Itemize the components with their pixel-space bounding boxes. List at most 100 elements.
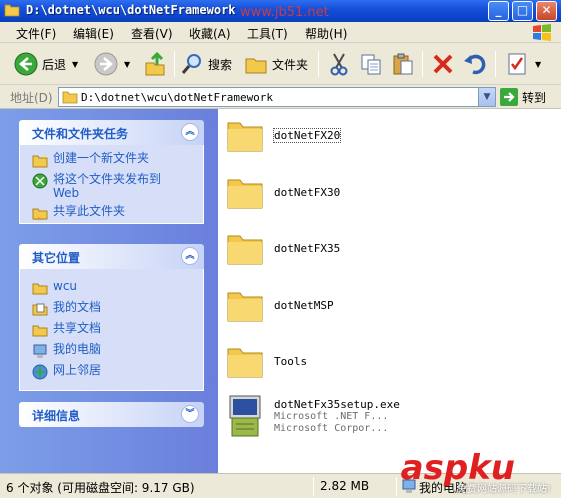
place-label: 我的电脑 [53,342,102,356]
network-icon [32,364,48,380]
minimize-button[interactable]: _ [488,1,509,21]
place-label: 共享文档 [53,321,102,335]
file-item[interactable]: dotNetFX20 [226,111,342,159]
panel-body: 创建一个新文件夹 将这个文件夹发布到 Web 共享此文件夹 [19,145,204,224]
place-my-documents[interactable]: 我的文档 [32,300,195,317]
views-button[interactable]: ▼ [505,51,541,77]
folder-icon [227,122,263,152]
task-pane: 文件和文件夹任务 ︽ 创建一个新文件夹 将这个文件夹发布到 Web 共享此文件夹… [0,109,218,473]
place-wcu[interactable]: wcu [32,279,195,296]
forward-arrow-icon [94,52,118,76]
cut-button[interactable] [327,51,351,77]
folder-icon [227,179,263,209]
folder-icon [62,91,78,104]
search-icon [181,54,201,74]
file-folder-tasks-panel: 文件和文件夹任务 ︽ 创建一个新文件夹 将这个文件夹发布到 Web 共享此文件夹 [19,120,204,224]
shared-documents-icon [32,325,48,337]
file-company: Microsoft Corpor... [274,422,389,434]
file-name: dotNetFX35 [274,241,341,255]
search-button[interactable]: 搜索 [180,51,232,77]
expand-icon[interactable]: ︾ [181,405,199,423]
place-shared-documents[interactable]: 共享文档 [32,321,195,338]
share-folder-icon [32,208,48,220]
panel-header[interactable]: 其它位置 ︽ [19,244,204,269]
file-item[interactable]: dotNetFX30 [226,168,340,216]
forward-button[interactable]: ▼ [94,51,130,77]
watermark-text: www.jb51.net [240,5,329,20]
file-item[interactable]: dotNetFx35setup.exe Microsoft .NET F... … [226,392,400,440]
place-network[interactable]: 网上邻居 [32,363,195,380]
up-button[interactable] [143,51,167,77]
task-label: 将这个文件夹发布到 Web [53,172,162,200]
undo-button[interactable] [463,51,487,77]
address-label: 地址(D) [10,91,53,105]
undo-icon [464,54,486,75]
file-name: dotNetMSP [274,298,334,312]
forward-dropdown-icon[interactable]: ▼ [124,60,130,69]
views-dropdown-icon[interactable]: ▼ [535,60,541,69]
menu-help[interactable]: 帮助(H) [305,25,347,42]
file-item[interactable]: dotNetFX35 [226,224,340,272]
site-logo-tagline: 免费网站源码下载站! [456,484,551,495]
panel-header[interactable]: 文件和文件夹任务 ︽ [19,120,204,145]
publish-web-icon [32,173,48,189]
status-size: 2.82 MB [320,479,370,493]
go-button[interactable]: 转到 [500,88,546,106]
task-label: 创建一个新文件夹 [53,151,150,165]
search-label: 搜索 [208,57,233,72]
paste-button[interactable] [391,51,415,77]
folder-icon [32,283,48,295]
new-folder-icon [32,153,48,168]
file-name: dotNetFX30 [274,185,341,199]
installer-icon [229,395,261,437]
paste-icon [393,53,413,75]
task-publish-web[interactable]: 将这个文件夹发布到 Web [32,172,195,200]
place-label: 我的文档 [53,300,102,314]
my-documents-icon [32,303,48,316]
toolbar: 后退 ▼ ▼ 搜索 文件夹 ▼ [0,43,561,85]
address-bar: 地址(D) D:\dotnet\wcu\dotNetFramework ▼ 转到 [0,85,561,109]
menu-tools[interactable]: 工具(T) [247,25,288,42]
copy-icon [361,54,381,75]
status-objects: 6 个对象 (可用磁盘空间: 9.17 GB) [6,481,195,495]
panel-title: 详细信息 [32,409,81,423]
folder-icon [227,292,263,322]
scissors-icon [330,53,348,76]
file-item[interactable]: dotNetMSP [226,281,334,329]
menu-file[interactable]: 文件(F) [16,25,56,42]
menu-favorites[interactable]: 收藏(A) [189,25,231,42]
other-places-panel: 其它位置 ︽ wcu 我的文档 共享文档 我的电脑 网上邻居 [19,244,204,391]
delete-button[interactable] [431,51,455,77]
panel-title: 文件和文件夹任务 [32,127,129,141]
maximize-button[interactable]: □ [512,1,533,21]
menu-view[interactable]: 查看(V) [131,25,173,42]
address-value: D:\dotnet\wcu\dotNetFramework [81,91,274,104]
panel-header[interactable]: 详细信息 ︾ [19,402,204,427]
file-description: Microsoft .NET F... [274,410,389,422]
close-button[interactable]: ✕ [536,1,557,21]
file-list: dotNetFX20 dotNetFX30 dotNetFX35 dotNetM… [218,109,561,473]
panel-title: 其它位置 [32,251,81,265]
my-computer-icon [33,344,47,358]
file-name: Tools [274,354,308,368]
address-input[interactable]: D:\dotnet\wcu\dotNetFramework ▼ [58,87,496,107]
back-dropdown-icon[interactable]: ▼ [72,60,78,69]
address-dropdown-icon[interactable]: ▼ [478,88,495,106]
task-new-folder[interactable]: 创建一个新文件夹 [32,151,195,168]
back-button[interactable]: 后退 ▼ [14,51,78,77]
place-my-computer[interactable]: 我的电脑 [32,342,195,359]
folder-icon [227,235,263,265]
go-label: 转到 [522,90,547,105]
task-label: 共享此文件夹 [53,204,126,218]
folders-icon [245,58,267,74]
menu-edit[interactable]: 编辑(E) [73,25,114,42]
task-share-folder[interactable]: 共享此文件夹 [32,204,195,221]
file-name: dotNetFX20 [272,127,342,143]
folders-label: 文件夹 [272,57,309,72]
collapse-icon[interactable]: ︽ [181,123,199,141]
back-label: 后退 [42,57,67,72]
file-item[interactable]: Tools [226,337,307,385]
collapse-icon[interactable]: ︽ [181,247,199,265]
copy-button[interactable] [359,51,383,77]
folders-button[interactable]: 文件夹 [244,51,308,77]
